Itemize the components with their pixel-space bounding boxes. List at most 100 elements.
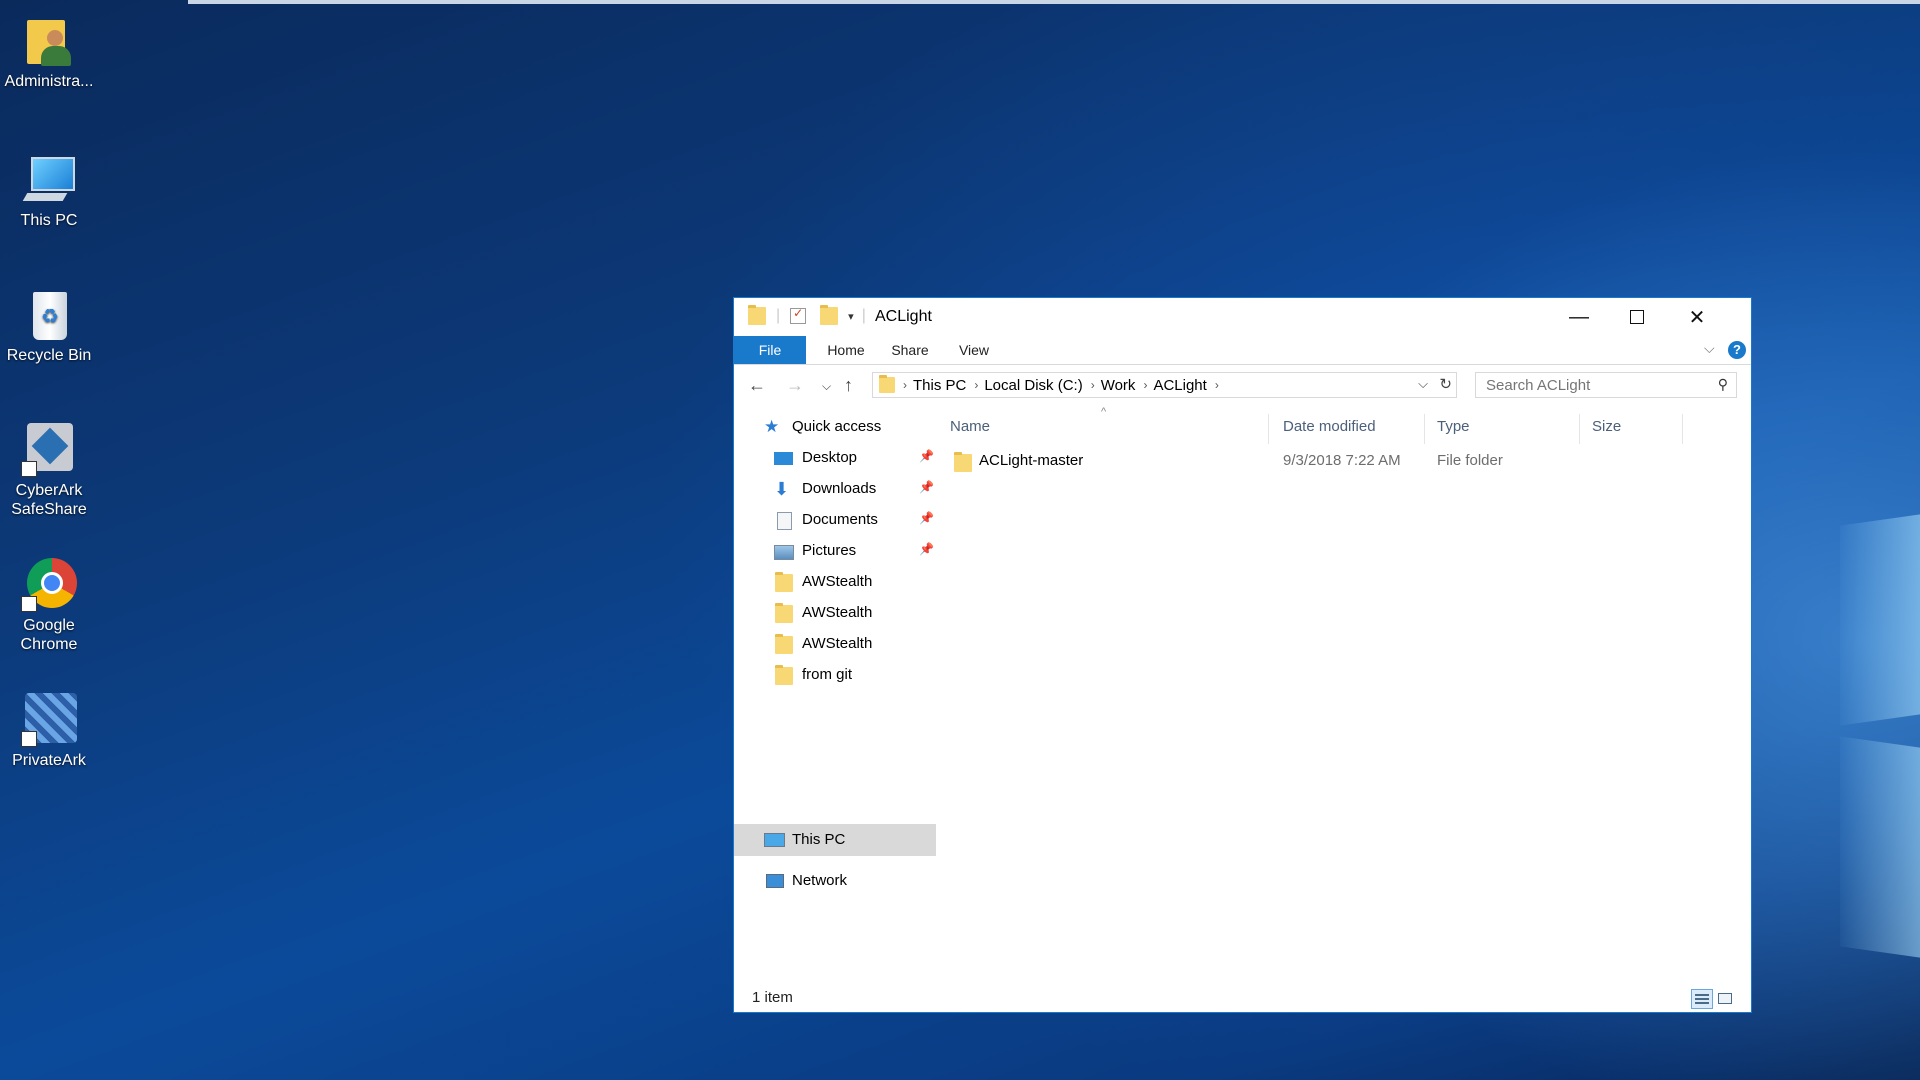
desktop-icon-label: Recycle Bin: [6, 347, 92, 364]
desktop-icon-cyberark-safeshare[interactable]: CyberArk SafeShare: [0, 413, 98, 519]
pin-icon[interactable]: 📌: [919, 480, 934, 494]
address-dropdown-icon[interactable]: ⌵: [1418, 376, 1428, 392]
nav-pictures[interactable]: Pictures: [774, 538, 856, 564]
computer-icon: [21, 151, 77, 207]
user-folder-icon: [21, 12, 77, 68]
desktop-icon-this-pc[interactable]: This PC: [0, 143, 98, 230]
breadcrumb-separator-icon: ›: [1090, 378, 1095, 392]
nav-label: Network: [792, 872, 848, 889]
address-bar[interactable]: › This PC › Local Disk (C:) › Work › ACL…: [872, 372, 1457, 398]
customize-toolbar-icon[interactable]: ▾: [848, 310, 854, 323]
minimize-button[interactable]: —: [1550, 298, 1608, 336]
desktop-icon-recycle-bin[interactable]: ♻ Recycle Bin: [0, 278, 98, 365]
close-button[interactable]: ✕: [1668, 298, 1726, 336]
maximize-button[interactable]: [1608, 298, 1666, 336]
pin-icon[interactable]: 📌: [919, 542, 934, 556]
desktop-icon-google-chrome[interactable]: Google Chrome: [0, 548, 98, 654]
column-header-name[interactable]: Name: [950, 418, 990, 435]
breadcrumb-this-pc[interactable]: This PC: [913, 377, 966, 394]
details-view-icon: [1695, 994, 1709, 1004]
column-divider[interactable]: [1682, 414, 1683, 444]
recycle-bin-icon: ♻: [21, 286, 77, 342]
folder-icon: [774, 665, 794, 685]
forward-icon[interactable]: →: [786, 375, 804, 396]
breadcrumb-aclight[interactable]: ACLight: [1153, 377, 1206, 394]
breadcrumb-separator-icon: ›: [1214, 378, 1219, 392]
desktop-icon-privateark[interactable]: PrivateArk: [0, 683, 98, 770]
tab-home[interactable]: Home: [816, 336, 876, 364]
nav-label: Pictures: [802, 542, 857, 559]
folder-icon: [774, 572, 794, 592]
search-input[interactable]: [1484, 373, 1708, 397]
star-icon: ★: [764, 417, 780, 436]
cyberark-icon: [21, 421, 77, 477]
column-divider[interactable]: [1579, 414, 1580, 444]
nav-label: Desktop: [802, 449, 858, 466]
pin-icon[interactable]: 📌: [919, 511, 934, 525]
close-icon: ✕: [1688, 306, 1706, 329]
desktop-icon: [774, 449, 794, 467]
large-icons-view-icon: [1718, 993, 1732, 1004]
search-box[interactable]: ⚲: [1475, 372, 1737, 398]
file-list: ^ Name Date modified Type Size ACLight-m…: [937, 406, 1751, 986]
computer-icon: [764, 831, 785, 849]
title-bar[interactable]: | ✓ ▾ | ACLight — ✕: [734, 298, 1751, 336]
tab-share[interactable]: Share: [880, 336, 940, 364]
nav-downloads[interactable]: ⬇ Downloads: [774, 476, 876, 502]
large-icons-view-button[interactable]: [1715, 989, 1737, 1009]
tab-view[interactable]: View: [944, 336, 1004, 364]
search-icon[interactable]: ⚲: [1718, 376, 1728, 393]
nav-quick-access[interactable]: ★ Quick access: [764, 414, 881, 440]
new-folder-icon[interactable]: [820, 305, 839, 325]
nav-label: Downloads: [802, 480, 877, 497]
recent-locations-icon[interactable]: ⌵: [822, 379, 831, 394]
nav-desktop[interactable]: Desktop: [774, 445, 857, 471]
expand-ribbon-icon[interactable]: ⌵: [1704, 340, 1715, 357]
folder-icon: [954, 452, 972, 472]
breadcrumb-local-disk[interactable]: Local Disk (C:): [984, 377, 1082, 394]
help-icon[interactable]: ?: [1728, 341, 1746, 359]
file-name[interactable]: ACLight-master: [979, 452, 1083, 469]
file-explorer-window[interactable]: | ✓ ▾ | ACLight — ✕ File Home Share View…: [733, 297, 1752, 1013]
up-icon[interactable]: ↑: [844, 375, 853, 396]
desktop-icon-administrator[interactable]: Administra...: [0, 4, 98, 91]
tab-file[interactable]: File: [734, 336, 806, 364]
desktop-icon-label-line1: CyberArk: [15, 482, 83, 499]
network-icon: [764, 872, 784, 890]
folder-icon: [748, 305, 766, 325]
nav-folder-awstealth-1[interactable]: AWStealth: [774, 569, 872, 595]
nav-folder-awstealth-2[interactable]: AWStealth: [774, 600, 872, 626]
nav-this-pc[interactable]: This PC: [764, 827, 845, 853]
pictures-icon: [774, 542, 794, 560]
column-divider[interactable]: [1268, 414, 1269, 444]
nav-label: Documents: [802, 511, 878, 528]
nav-network[interactable]: Network: [764, 868, 847, 894]
details-view-button[interactable]: [1691, 989, 1713, 1009]
breadcrumb-work[interactable]: Work: [1101, 377, 1136, 394]
nav-label: This PC: [792, 831, 846, 848]
nav-folder-awstealth-3[interactable]: AWStealth: [774, 631, 872, 657]
nav-folder-from-git[interactable]: from git: [774, 662, 852, 688]
privateark-icon: [21, 691, 77, 747]
sort-ascending-icon: ^: [1101, 406, 1107, 418]
nav-label: from git: [802, 666, 853, 683]
refresh-icon[interactable]: ↻: [1439, 375, 1452, 393]
nav-documents[interactable]: Documents: [774, 507, 878, 533]
windows-logo-background: [1840, 480, 1920, 1000]
column-header-date-modified[interactable]: Date modified: [1283, 418, 1376, 435]
navigation-pane: ★ Quick access Desktop 📌 ⬇ Downloads 📌 D…: [734, 406, 936, 986]
chrome-icon: [21, 556, 77, 612]
column-header-size[interactable]: Size: [1592, 418, 1621, 435]
folder-icon: [774, 603, 794, 623]
status-bar: 1 item: [734, 986, 1751, 1012]
pin-icon[interactable]: 📌: [919, 449, 934, 463]
desktop-icon-label: PrivateArk: [12, 752, 86, 769]
column-divider[interactable]: [1424, 414, 1425, 444]
folder-icon: [774, 634, 794, 654]
properties-icon[interactable]: ✓: [790, 306, 807, 324]
breadcrumb-separator-icon: ›: [974, 378, 979, 392]
column-header-type[interactable]: Type: [1437, 418, 1470, 435]
desktop-icon-label-line2: Chrome: [20, 636, 78, 653]
back-icon[interactable]: ←: [748, 375, 766, 396]
document-icon: [774, 511, 794, 530]
